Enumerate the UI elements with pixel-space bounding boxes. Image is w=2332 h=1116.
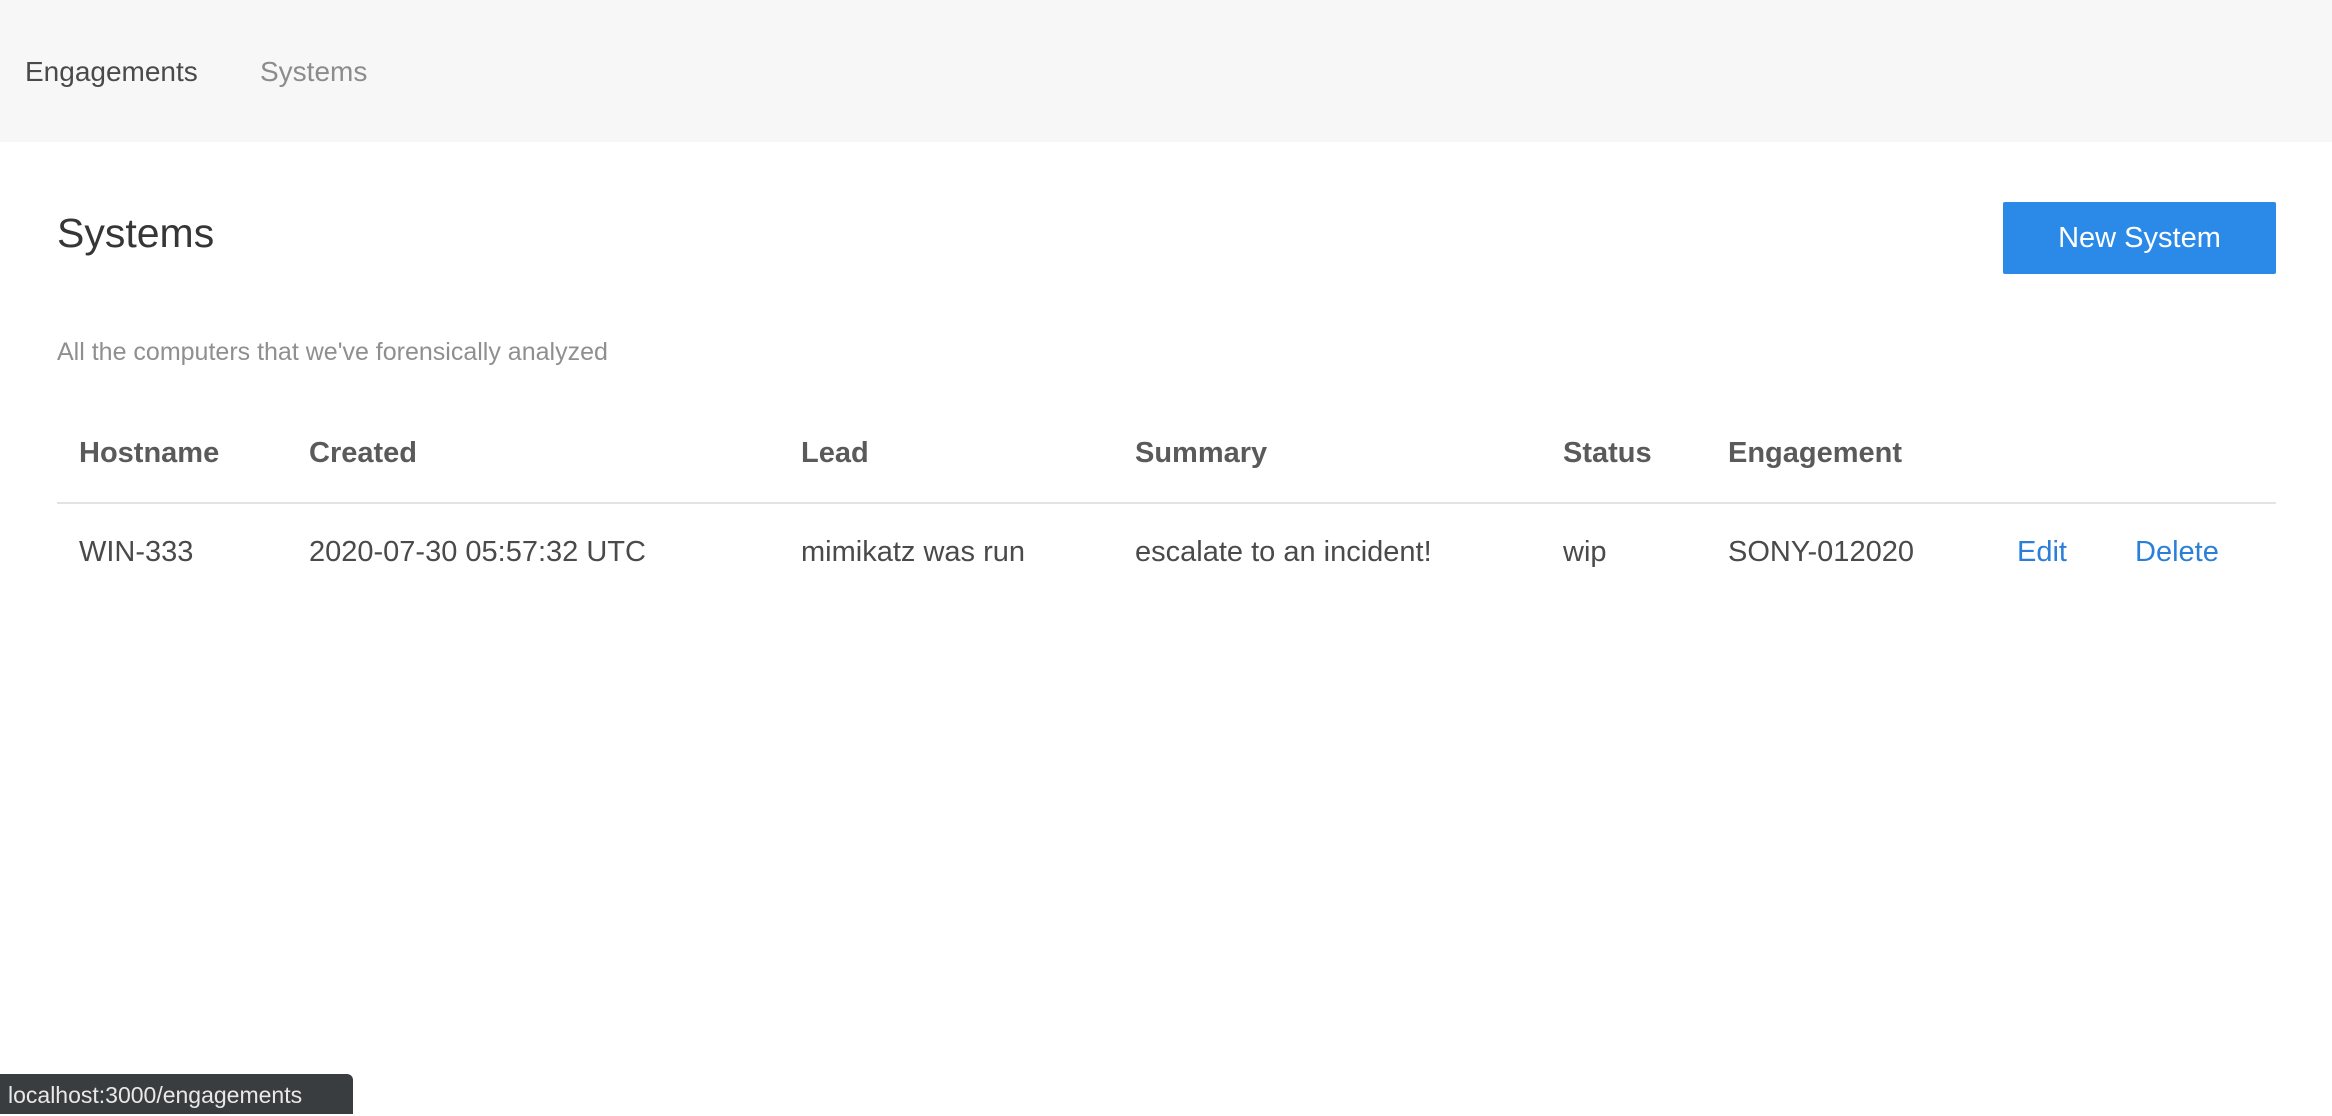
cell-lead: mimikatz was run [801,536,1025,568]
column-header-status: Status [1563,437,1652,469]
nav-link-engagements[interactable]: Engagements [25,55,198,89]
page-subtitle: All the computers that we've forensicall… [57,338,608,366]
systems-table: Hostname Created Lead Summary Status Eng… [57,420,2276,568]
page-title: Systems [57,210,215,256]
top-navbar: Engagements Systems [0,0,2332,142]
cell-status: wip [1563,536,1607,568]
edit-link[interactable]: Edit [2017,534,2067,570]
new-system-button[interactable]: New System [2003,202,2276,274]
delete-link[interactable]: Delete [2135,534,2219,570]
cell-created: 2020-07-30 05:57:32 UTC [309,536,646,568]
table-header-row: Hostname Created Lead Summary Status Eng… [57,420,2276,504]
column-header-hostname: Hostname [79,437,220,469]
column-header-created: Created [309,437,417,469]
column-header-summary: Summary [1135,437,1268,469]
column-header-engagement: Engagement [1728,437,1903,469]
cell-summary: escalate to an incident! [1135,536,1432,568]
cell-hostname: WIN-333 [79,536,194,568]
column-header-lead: Lead [801,437,869,469]
cell-engagement: SONY-012020 [1728,536,1914,568]
nav-link-systems[interactable]: Systems [260,55,367,89]
browser-status-url: localhost:3000/engagements [0,1074,353,1114]
